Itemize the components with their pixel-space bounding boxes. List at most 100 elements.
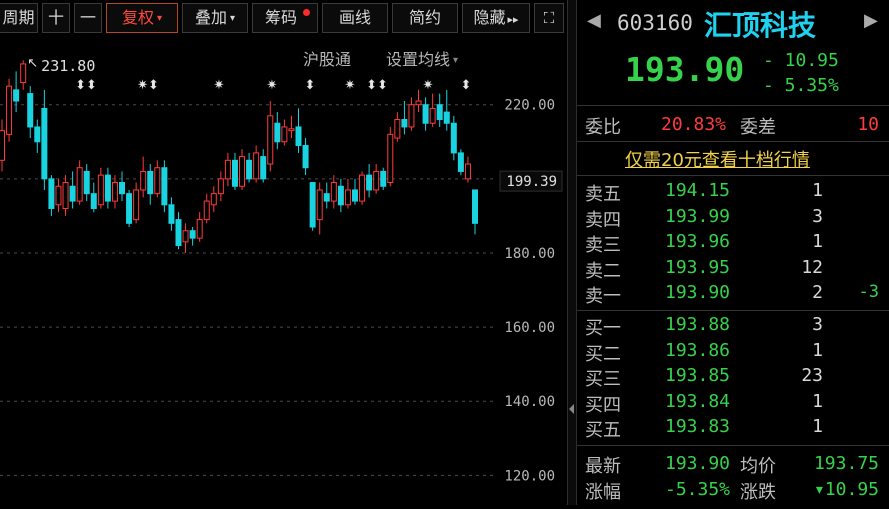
prev-stock-icon[interactable]: ◀ — [587, 10, 601, 31]
hgt-link[interactable]: 沪股通 — [303, 46, 351, 70]
candle-body — [253, 152, 260, 180]
event-marker-icon: ✷ — [267, 78, 278, 93]
candle-body — [175, 219, 182, 247]
bid-row[interactable]: 买五 193.83 1 — [577, 416, 889, 441]
candle-body — [366, 174, 373, 191]
ask-row[interactable]: 卖五 194.15 1 — [577, 180, 889, 205]
pct-value: -5.35% — [665, 479, 731, 500]
bid-row[interactable]: 买四 193.84 1 — [577, 391, 889, 416]
chips-label: 筹码 — [264, 8, 297, 27]
ma-setting-button[interactable]: 设置均线 ▾ — [386, 46, 458, 70]
last-price-label: 199.39 — [506, 174, 557, 190]
divider — [577, 445, 889, 446]
book-vol: 2 — [812, 282, 823, 303]
kline-chart[interactable]: 沪股通 设置均线▾ 220.00200.00180.00160.00140.00… — [0, 38, 567, 505]
ask-row[interactable]: 卖三 193.96 1 — [577, 231, 889, 256]
event-marker-icon: ✷ — [423, 78, 434, 93]
event-marker-icon: ⬍⬍ — [366, 78, 388, 93]
last-label: 最新 — [585, 456, 621, 477]
fullscreen-button[interactable]: ⛶ — [534, 3, 564, 33]
candle-body — [111, 182, 118, 202]
candle-body — [415, 100, 422, 106]
candle-body — [147, 170, 154, 195]
candle-body — [154, 167, 161, 195]
book-label: 卖三 — [585, 235, 621, 256]
candle-body — [472, 189, 478, 224]
pct-label: 涨幅 — [585, 482, 621, 503]
candle-body — [267, 115, 274, 165]
candle-body — [83, 170, 90, 195]
candle-body — [97, 174, 104, 206]
divider — [577, 105, 889, 106]
period-button[interactable]: 周期 — [0, 3, 38, 33]
level2-promo-link[interactable]: 仅需20元查看十档行情 — [625, 146, 810, 172]
candle-body — [104, 174, 111, 202]
quote-panel: ◀ 603160 汇顶科技 ▶ 193.90 - 10.95 - 5.35% 委… — [577, 0, 889, 505]
next-stock-icon[interactable]: ▶ — [864, 10, 878, 31]
candle-body — [140, 170, 147, 191]
candle-body — [401, 119, 408, 128]
ma-setting-label: 设置均线 — [386, 50, 451, 69]
candle-body — [337, 185, 344, 206]
candle-body — [231, 159, 238, 187]
fq-button[interactable]: 复权 ▾ — [106, 3, 178, 33]
simple-label: 简约 — [408, 8, 441, 27]
candle-body — [133, 189, 140, 221]
ask-row[interactable]: 卖四 193.99 3 — [577, 206, 889, 231]
candle-body — [161, 167, 168, 206]
book-price: 193.88 — [665, 314, 731, 335]
candle-body — [464, 163, 471, 180]
ask-row[interactable]: 卖二 193.95 12 — [577, 257, 889, 282]
y-tick-label: 180.00 — [504, 246, 555, 262]
hide-button[interactable]: 隐藏 ▸▸ — [462, 3, 530, 33]
period-label: 周期 — [2, 8, 35, 27]
collapse-arrow-icon[interactable] — [569, 404, 574, 414]
y-tick-label: 220.00 — [504, 98, 555, 114]
candle-body — [55, 185, 62, 206]
candle-body — [168, 204, 175, 224]
candle-body — [6, 85, 13, 135]
book-label: 买四 — [585, 394, 621, 416]
chg-label: 涨跌 — [740, 482, 776, 503]
candle-body — [41, 107, 48, 180]
candle-body — [295, 126, 302, 146]
book-label: 买二 — [585, 343, 621, 365]
bid-row[interactable]: 买一 193.88 3 — [577, 314, 889, 339]
double-arrow-icon: ▸▸ — [507, 13, 519, 26]
overlay-button[interactable]: 叠加 ▾ — [182, 3, 248, 33]
chart-toolbar: 周期 十 一 复权 ▾ 叠加 ▾ 筹码 画线 简约 隐藏 ▸▸ ⛶ — [0, 0, 567, 38]
zoom-in-button[interactable]: 十 — [42, 3, 70, 33]
book-label: 卖四 — [585, 209, 621, 231]
book-vol: 1 — [812, 390, 823, 412]
ask-row[interactable]: 卖一 193.90 2 -3 — [577, 282, 889, 307]
candle-body — [189, 230, 196, 239]
candle-body — [387, 133, 394, 184]
candle-body — [344, 189, 351, 206]
price-change-pct: - 5.35% — [763, 75, 839, 96]
draw-button[interactable]: 画线 — [322, 3, 388, 33]
candle-body — [13, 89, 20, 102]
candle-body — [309, 182, 316, 228]
event-marker-icon: ✷ — [345, 78, 356, 93]
book-price: 193.86 — [665, 339, 731, 361]
candle-body — [203, 200, 210, 221]
panel-splitter[interactable] — [567, 0, 577, 505]
fullscreen-icon: ⛶ — [543, 9, 555, 27]
candle-body — [217, 178, 224, 195]
book-price: 193.85 — [665, 365, 731, 386]
weibi-label: 委比 — [585, 117, 621, 138]
candle-body — [210, 193, 217, 206]
candle-body — [281, 126, 288, 143]
bid-row[interactable]: 买二 193.86 1 — [577, 340, 889, 365]
zoom-out-button[interactable]: 一 — [74, 3, 102, 33]
book-label: 买五 — [585, 420, 621, 441]
overlay-label: 叠加 — [194, 8, 227, 27]
chevron-down-icon: ▾ — [156, 13, 163, 24]
candle-body — [0, 130, 5, 161]
chips-button[interactable]: 筹码 — [252, 3, 318, 33]
simple-button[interactable]: 简约 — [392, 3, 458, 33]
candle-body — [224, 159, 231, 180]
bid-row[interactable]: 买三 193.85 23 — [577, 365, 889, 390]
notification-dot-icon — [303, 9, 310, 16]
candle-body — [394, 119, 401, 139]
